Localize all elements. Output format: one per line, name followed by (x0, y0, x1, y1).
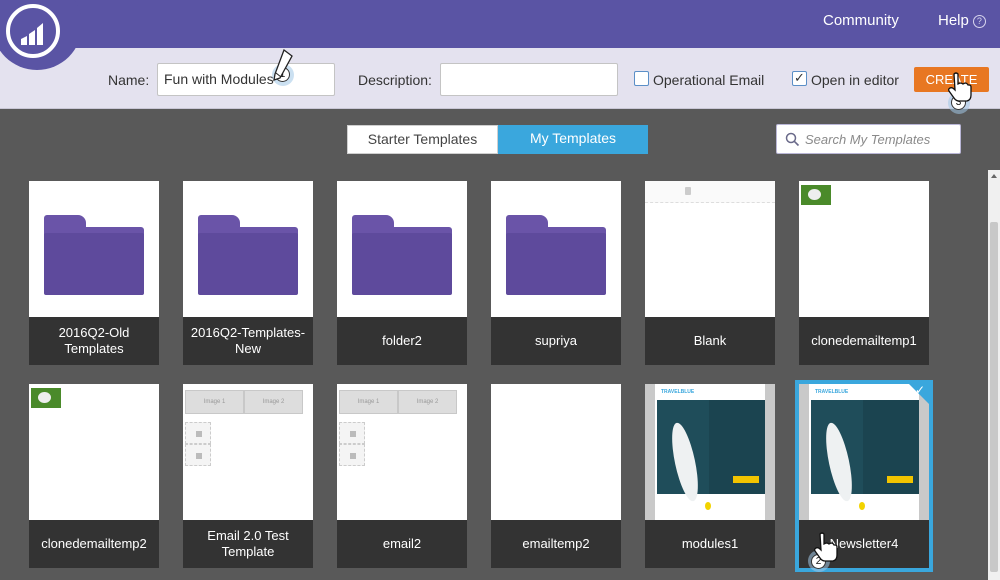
community-link[interactable]: Community (823, 12, 899, 29)
folder-icon (198, 215, 298, 295)
open-in-editor-checkbox[interactable]: ✓ (792, 71, 807, 86)
hand-cursor-icon (814, 532, 838, 562)
image-placeholder-1: Image 1 (185, 390, 244, 414)
image-placeholder-2: Image 2 (244, 390, 303, 414)
image-placeholder-1: Image 1 (339, 390, 398, 414)
folder-icon (44, 215, 144, 295)
template-name: Blank (645, 317, 775, 365)
template-source-toggle: Starter Templates My Templates (347, 125, 648, 154)
operational-email-checkbox[interactable] (634, 71, 649, 86)
template-card-folder[interactable]: folder2 (337, 181, 467, 365)
lightbulb-icon (705, 502, 711, 510)
help-label: Help (938, 12, 969, 29)
operational-email-label: Operational Email (653, 72, 765, 88)
name-field[interactable]: Fun with Modules (157, 63, 335, 96)
scrollbar-thumb[interactable] (990, 222, 998, 572)
template-name: supriya (491, 317, 621, 365)
folder-icon (352, 215, 452, 295)
module-block (185, 422, 211, 444)
template-card[interactable]: Image 1 Image 2 email2 (337, 384, 467, 568)
template-card[interactable]: emailtemp2 (491, 384, 621, 568)
template-card-folder[interactable]: supriya (491, 181, 621, 365)
hand-cursor-icon (948, 72, 972, 102)
template-name: folder2 (337, 317, 467, 365)
module-block (339, 422, 365, 444)
lightbulb-icon (859, 502, 865, 510)
template-card-folder[interactable]: 2016Q2-Templates-New (183, 181, 313, 365)
search-input[interactable] (805, 125, 955, 153)
template-name: 2016Q2-Templates-New (183, 317, 313, 365)
create-template-form: Name: Fun with Modules Description: Oper… (0, 48, 1000, 109)
tab-my-templates[interactable]: My Templates (498, 125, 648, 154)
template-card[interactable]: TRAVELBLUE modules1 (645, 384, 775, 568)
checkmark-icon: ✓ (915, 383, 926, 397)
template-name: modules1 (645, 520, 775, 568)
sheep-thumbnail-image (31, 388, 61, 408)
description-label: Description: (358, 72, 432, 88)
template-card[interactable]: clonedemailtemp2 (29, 384, 159, 568)
thumbnail-brand: TRAVELBLUE (661, 389, 695, 395)
search-box[interactable] (776, 124, 961, 154)
blank-header-block (645, 181, 775, 203)
module-block (339, 444, 365, 466)
image-placeholder-2: Image 2 (398, 390, 457, 414)
open-in-editor-label: Open in editor (811, 72, 899, 88)
top-nav-bar: Community Help? (0, 0, 1000, 48)
template-name: clonedemailtemp1 (799, 317, 929, 365)
template-card[interactable]: Image 1 Image 2 Email 2.0 Test Template (183, 384, 313, 568)
template-name: email2 (337, 520, 467, 568)
question-circle-icon: ? (972, 15, 986, 28)
template-card-blank[interactable]: Blank (645, 181, 775, 365)
scrollbar[interactable] (988, 170, 1000, 580)
tab-starter-templates[interactable]: Starter Templates (347, 125, 498, 154)
help-link[interactable]: Help? (938, 12, 986, 29)
folder-icon (506, 215, 606, 295)
name-label: Name: (108, 72, 150, 88)
pencil-cursor-icon (273, 48, 293, 81)
sheep-thumbnail-image (801, 185, 831, 205)
template-card-folder[interactable]: 2016Q2-Old Templates (29, 181, 159, 365)
module-block (185, 444, 211, 466)
description-field[interactable] (440, 63, 618, 96)
template-name: Email 2.0 Test Template (183, 520, 313, 568)
search-icon (785, 132, 800, 147)
image-placeholder-icon (685, 187, 691, 195)
template-name: 2016Q2-Old Templates (29, 317, 159, 365)
scroll-up-arrow-icon[interactable] (991, 174, 997, 178)
template-name: emailtemp2 (491, 520, 621, 568)
template-card[interactable]: clonedemailtemp1 (799, 181, 929, 365)
bar-chart-icon (21, 23, 43, 45)
template-name: clonedemailtemp2 (29, 520, 159, 568)
thumbnail-brand: TRAVELBLUE (815, 389, 849, 395)
